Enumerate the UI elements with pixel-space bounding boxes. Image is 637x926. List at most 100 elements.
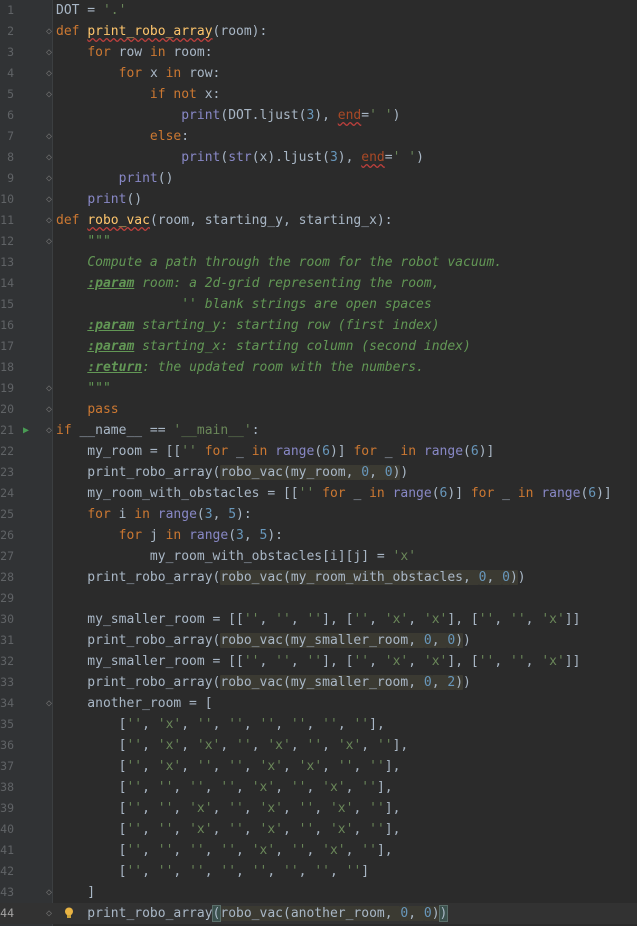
code-text[interactable]: ['', '', 'x', '', 'x', '', 'x', ''],: [56, 798, 401, 819]
code-text[interactable]: pass: [56, 399, 118, 420]
code-line-7[interactable]: 7 ◇ else:: [0, 126, 637, 147]
code-text[interactable]: ['', '', '', '', 'x', '', 'x', ''],: [56, 777, 393, 798]
code-text[interactable]: print_robo_array(robo_vac(another_room, …: [56, 903, 449, 924]
code-text[interactable]: :return: the updated room with the numbe…: [56, 357, 424, 378]
fold-marker-icon[interactable]: ◇: [44, 903, 54, 924]
code-line-17[interactable]: 17 :param starting_x: starting column (s…: [0, 336, 637, 357]
fold-marker-icon[interactable]: ◇: [44, 21, 54, 42]
code-text[interactable]: ['', 'x', '', '', 'x', 'x', '', ''],: [56, 756, 401, 777]
code-text[interactable]: for j in range(3, 5):: [56, 525, 283, 546]
fold-marker-icon[interactable]: ◇: [44, 378, 54, 399]
code-text[interactable]: Compute a path through the room for the …: [56, 252, 502, 273]
code-line-41[interactable]: 41 ['', '', '', '', 'x', '', 'x', ''],: [0, 840, 637, 861]
code-text[interactable]: ['', 'x', 'x', '', 'x', '', 'x', ''],: [56, 735, 409, 756]
code-text[interactable]: def print_robo_array(room):: [56, 21, 267, 42]
code-line-40[interactable]: 40 ['', '', 'x', '', 'x', '', 'x', ''],: [0, 819, 637, 840]
code-text[interactable]: print(): [56, 189, 142, 210]
fold-marker-icon[interactable]: ◇: [44, 42, 54, 63]
code-line-38[interactable]: 38 ['', '', '', '', 'x', '', 'x', ''],: [0, 777, 637, 798]
code-editor[interactable]: 1 DOT = '.' 2 ◇ def print_robo_array(room): 3…: [0, 0, 637, 926]
code-line-25[interactable]: 25 for i in range(3, 5):: [0, 504, 637, 525]
code-line-34[interactable]: 34 ◇ another_room = [: [0, 693, 637, 714]
code-line-36[interactable]: 36 ['', 'x', 'x', '', 'x', '', 'x', ''],: [0, 735, 637, 756]
code-text[interactable]: ['', 'x', '', '', '', '', '', ''],: [56, 714, 385, 735]
code-line-2[interactable]: 2 ◇ def print_robo_array(room):: [0, 21, 637, 42]
code-line-23[interactable]: 23 print_robo_array(robo_vac(my_room, 0,…: [0, 462, 637, 483]
code-text[interactable]: def robo_vac(room, starting_y, starting_…: [56, 210, 393, 231]
code-line-18[interactable]: 18 :return: the updated room with the nu…: [0, 357, 637, 378]
code-line-43[interactable]: 43 ◇ ]: [0, 882, 637, 903]
code-text[interactable]: my_room = [['' for _ in range(6)] for _ …: [56, 441, 494, 462]
code-line-15[interactable]: 15 '' blank strings are open spaces: [0, 294, 637, 315]
code-text[interactable]: print(str(x).ljust(3), end=' '): [56, 147, 424, 168]
fold-marker-icon[interactable]: ◇: [44, 168, 54, 189]
code-text[interactable]: print_robo_array(robo_vac(my_smaller_roo…: [56, 630, 471, 651]
code-line-30[interactable]: 30 my_smaller_room = [['', '', ''], ['',…: [0, 609, 637, 630]
code-line-37[interactable]: 37 ['', 'x', '', '', 'x', 'x', '', ''],: [0, 756, 637, 777]
code-line-22[interactable]: 22 my_room = [['' for _ in range(6)] for…: [0, 441, 637, 462]
code-text[interactable]: print_robo_array(robo_vac(my_room_with_o…: [56, 567, 526, 588]
fold-marker-icon[interactable]: ◇: [44, 210, 54, 231]
code-text[interactable]: """: [56, 378, 110, 399]
fold-marker-icon[interactable]: ◇: [44, 84, 54, 105]
code-line-10[interactable]: 10 ◇ print(): [0, 189, 637, 210]
code-text[interactable]: else:: [56, 126, 189, 147]
code-text[interactable]: if __name__ == '__main__':: [56, 420, 260, 441]
code-line-13[interactable]: 13 Compute a path through the room for t…: [0, 252, 637, 273]
code-line-9[interactable]: 9 ◇ print(): [0, 168, 637, 189]
code-line-5[interactable]: 5 ◇ if not x:: [0, 84, 637, 105]
code-text[interactable]: for i in range(3, 5):: [56, 504, 251, 525]
code-text[interactable]: """: [56, 231, 110, 252]
code-line-35[interactable]: 35 ['', 'x', '', '', '', '', '', ''],: [0, 714, 637, 735]
code-text[interactable]: ['', '', '', '', 'x', '', 'x', ''],: [56, 840, 393, 861]
code-line-19[interactable]: 19 ◇ """: [0, 378, 637, 399]
code-line-44[interactable]: 44 ◇ print_robo_array(robo_vac(another_ro…: [0, 903, 637, 924]
code-line-8[interactable]: 8 ◇ print(str(x).ljust(3), end=' '): [0, 147, 637, 168]
code-text[interactable]: my_smaller_room = [['', '', ''], ['', 'x…: [56, 609, 580, 630]
code-text[interactable]: :param starting_x: starting column (seco…: [56, 336, 471, 357]
code-line-20[interactable]: 20 ◇ pass: [0, 399, 637, 420]
code-line-39[interactable]: 39 ['', '', 'x', '', 'x', '', 'x', ''],: [0, 798, 637, 819]
code-line-33[interactable]: 33 print_robo_array(robo_vac(my_smaller_…: [0, 672, 637, 693]
code-line-27[interactable]: 27 my_room_with_obstacles[i][j] = 'x': [0, 546, 637, 567]
run-arrow-icon[interactable]: ▶: [23, 420, 29, 441]
code-line-24[interactable]: 24 my_room_with_obstacles = [['' for _ i…: [0, 483, 637, 504]
code-line-26[interactable]: 26 for j in range(3, 5):: [0, 525, 637, 546]
code-text[interactable]: my_room_with_obstacles[i][j] = 'x': [56, 546, 416, 567]
code-text[interactable]: if not x:: [56, 84, 220, 105]
fold-marker-icon[interactable]: ◇: [44, 420, 54, 441]
code-text[interactable]: DOT = '.': [56, 0, 126, 21]
code-line-4[interactable]: 4 ◇ for x in row:: [0, 63, 637, 84]
fold-marker-icon[interactable]: ◇: [44, 231, 54, 252]
code-line-1[interactable]: 1 DOT = '.': [0, 0, 637, 21]
code-text[interactable]: print_robo_array(robo_vac(my_smaller_roo…: [56, 672, 471, 693]
code-text[interactable]: print(DOT.ljust(3), end=' '): [56, 105, 400, 126]
code-text[interactable]: :param room: a 2d-grid representing the …: [56, 273, 439, 294]
code-line-12[interactable]: 12 ◇ """: [0, 231, 637, 252]
code-line-3[interactable]: 3 ◇ for row in room:: [0, 42, 637, 63]
code-line-32[interactable]: 32 my_smaller_room = [['', '', ''], ['',…: [0, 651, 637, 672]
code-text[interactable]: ['', '', '', '', '', '', '', '']: [56, 861, 370, 882]
code-line-28[interactable]: 28 print_robo_array(robo_vac(my_room_wit…: [0, 567, 637, 588]
fold-marker-icon[interactable]: ◇: [44, 126, 54, 147]
code-text[interactable]: another_room = [: [56, 693, 212, 714]
code-text[interactable]: :param starting_y: starting row (first i…: [56, 315, 439, 336]
fold-marker-icon[interactable]: ◇: [44, 399, 54, 420]
code-text[interactable]: ['', '', 'x', '', 'x', '', 'x', ''],: [56, 819, 401, 840]
code-text[interactable]: print(): [56, 168, 174, 189]
code-line-14[interactable]: 14 :param room: a 2d-grid representing t…: [0, 273, 637, 294]
code-text[interactable]: for row in room:: [56, 42, 212, 63]
fold-marker-icon[interactable]: ◇: [44, 882, 54, 903]
code-text[interactable]: for x in row:: [56, 63, 221, 84]
code-text[interactable]: '' blank strings are open spaces: [56, 294, 431, 315]
code-line-31[interactable]: 31 print_robo_array(robo_vac(my_smaller_…: [0, 630, 637, 651]
code-line-29[interactable]: 29: [0, 588, 637, 609]
code-line-11[interactable]: 11 ◇ def robo_vac(room, starting_y, starti…: [0, 210, 637, 231]
code-text[interactable]: ]: [56, 882, 95, 903]
fold-marker-icon[interactable]: ◇: [44, 189, 54, 210]
fold-marker-icon[interactable]: ◇: [44, 693, 54, 714]
code-line-16[interactable]: 16 :param starting_y: starting row (firs…: [0, 315, 637, 336]
code-line-21[interactable]: 21 ▶ ◇ if __name__ == '__main__':: [0, 420, 637, 441]
code-text[interactable]: print_robo_array(robo_vac(my_room, 0, 0)…: [56, 462, 408, 483]
fold-marker-icon[interactable]: ◇: [44, 147, 54, 168]
